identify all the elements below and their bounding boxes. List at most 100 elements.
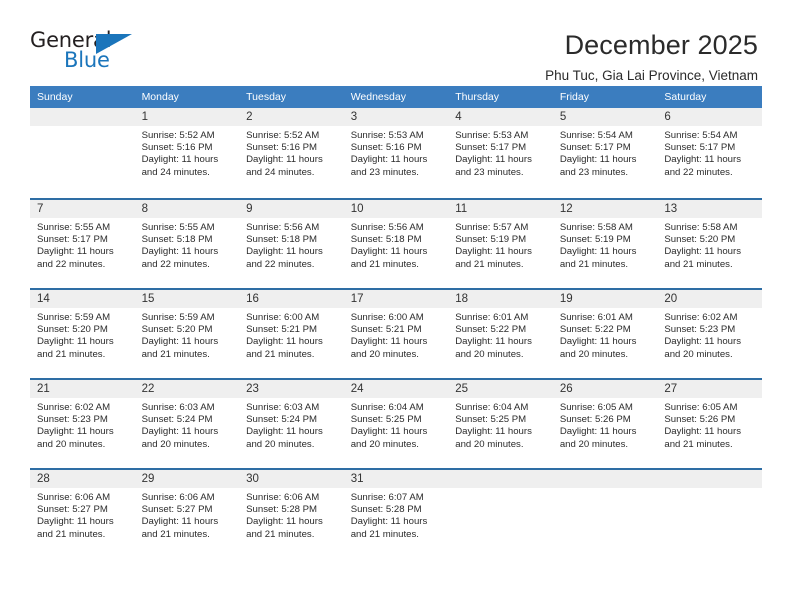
day-details: Sunrise: 5:55 AM Sunset: 5:18 PM Daylight:… [135,218,240,271]
calendar-day[interactable]: 8 Sunrise: 5:55 AM Sunset: 5:18 PM Daylight… [134,198,240,288]
day-details: Sunrise: 6:00 AM Sunset: 5:21 PM Daylight:… [344,308,449,361]
daylight-duration-line1: Daylight: 11 hours [350,154,428,166]
calendar-cell: 3 Sunrise: 5:53 AM Sunset: 5:16 PM Daylight… [343,108,449,198]
day-number: 23 [239,380,344,398]
calendar-cell: 12 Sunrise: 5:58 AM Sunset: 5:19 PM Dayligh… [552,198,658,288]
day-number: 11 [448,200,553,218]
calendar-day[interactable]: 17 Sunrise: 6:00 AM Sunset: 5:21 PM Dayligh… [343,288,449,378]
calendar-day[interactable]: 5 Sunrise: 5:54 AM Sunset: 5:17 PM Daylight… [552,108,658,198]
daylight-duration-line2: and 21 minutes. [141,348,210,360]
day-details: Sunrise: 5:54 AM Sunset: 5:17 PM Daylight:… [553,126,658,179]
sunrise-time: Sunrise: 6:02 AM [37,402,111,413]
generalblue-logo[interactable]: General Blue [30,28,142,76]
sunrise-time: Sunrise: 6:05 AM [559,402,633,413]
day-details: Sunrise: 5:59 AM Sunset: 5:20 PM Daylight:… [135,308,240,361]
daylight-duration-line2: and 20 minutes. [559,348,629,360]
calendar-day[interactable]: 1 Sunrise: 5:52 AM Sunset: 5:16 PM Daylight… [134,108,240,198]
calendar-day[interactable]: 29 Sunrise: 6:06 AM Sunset: 5:27 PM Dayligh… [134,468,240,558]
calendar-day[interactable]: 2 Sunrise: 5:52 AM Sunset: 5:16 PM Daylight… [239,108,344,198]
sunrise-time: Sunrise: 6:01 AM [559,312,633,323]
calendar-day[interactable]: 23 Sunrise: 6:03 AM Sunset: 5:24 PM Dayligh… [239,378,344,468]
sunrise-time: Sunrise: 6:03 AM [246,402,320,413]
sunrise-time: Sunrise: 5:55 AM [141,222,215,233]
calendar-day[interactable]: 20 Sunrise: 6:02 AM Sunset: 5:23 PM Dayligh… [657,288,762,378]
daylight-duration-line1: Daylight: 11 hours [141,246,219,258]
calendar-cell: 11 Sunrise: 5:57 AM Sunset: 5:19 PM Dayligh… [448,198,553,288]
day-number: 25 [448,380,553,398]
calendar-cell: 18 Sunrise: 6:01 AM Sunset: 5:22 PM Dayligh… [448,288,553,378]
weekday-header-saturday: Saturday [657,86,762,108]
calendar-day[interactable]: 30 Sunrise: 6:06 AM Sunset: 5:28 PM Dayligh… [239,468,344,558]
day-details: Sunrise: 5:57 AM Sunset: 5:19 PM Daylight:… [448,218,553,271]
calendar-day[interactable]: 28 Sunrise: 6:06 AM Sunset: 5:27 PM Dayligh… [30,468,135,558]
calendar-cell: 24 Sunrise: 6:04 AM Sunset: 5:25 PM Dayligh… [343,378,449,468]
daylight-duration-line1: Daylight: 11 hours [559,246,637,258]
sunset-time: Sunset: 5:22 PM [559,324,631,336]
calendar-day[interactable]: 14 Sunrise: 5:59 AM Sunset: 5:20 PM Dayligh… [30,288,135,378]
calendar-cell: 19 Sunrise: 6:01 AM Sunset: 5:22 PM Dayligh… [552,288,658,378]
sunrise-time: Sunrise: 6:04 AM [350,402,424,413]
calendar-day[interactable]: 21 Sunrise: 6:02 AM Sunset: 5:23 PM Dayligh… [30,378,135,468]
day-number: 5 [552,108,658,126]
calendar-page: General Blue December 2025 Phu Tuc, Gia … [0,0,792,612]
day-details: Sunrise: 6:05 AM Sunset: 5:26 PM Daylight:… [553,398,658,451]
calendar-day[interactable]: 13 Sunrise: 5:58 AM Sunset: 5:20 PM Dayligh… [657,198,762,288]
calendar-day[interactable]: 25 Sunrise: 6:04 AM Sunset: 5:25 PM Dayligh… [448,378,553,468]
calendar-day[interactable]: 4 Sunrise: 5:53 AM Sunset: 5:17 PM Daylight… [448,108,553,198]
daylight-duration-line1: Daylight: 11 hours [246,516,323,528]
sunrise-time: Sunrise: 5:52 AM [141,130,215,141]
calendar-day[interactable]: 3 Sunrise: 5:53 AM Sunset: 5:16 PM Daylight… [343,108,449,198]
calendar-week-row: 7 Sunrise: 5:55 AM Sunset: 5:17 PM Daylight… [30,198,762,288]
sunset-time: Sunset: 5:28 PM [350,504,422,516]
daylight-duration-line1: Daylight: 11 hours [455,246,532,258]
day-details: Sunrise: 6:01 AM Sunset: 5:22 PM Daylight:… [553,308,658,361]
calendar-cell: 6 Sunrise: 5:54 AM Sunset: 5:17 PM Daylight… [657,108,762,198]
calendar-day[interactable]: 6 Sunrise: 5:54 AM Sunset: 5:17 PM Daylight… [657,108,762,198]
calendar-day[interactable]: 27 Sunrise: 6:05 AM Sunset: 5:26 PM Dayligh… [657,378,762,468]
day-number: 9 [239,200,344,218]
calendar-day[interactable]: 31 Sunrise: 6:07 AM Sunset: 5:28 PM Dayligh… [343,468,449,558]
sunrise-time: Sunrise: 5:55 AM [37,222,111,233]
day-details: Sunrise: 6:01 AM Sunset: 5:22 PM Daylight:… [448,308,553,361]
day-number: 6 [657,108,762,126]
day-number [448,470,553,488]
daylight-duration-line2: and 23 minutes. [350,166,419,178]
sunset-time: Sunset: 5:24 PM [246,414,318,426]
sunrise-time: Sunrise: 6:06 AM [141,492,215,503]
daylight-duration-line1: Daylight: 11 hours [37,426,114,438]
calendar-cell: 15 Sunrise: 5:59 AM Sunset: 5:20 PM Dayligh… [134,288,240,378]
day-details: Sunrise: 6:07 AM Sunset: 5:28 PM Daylight:… [344,488,449,541]
calendar-cell: 21 Sunrise: 6:02 AM Sunset: 5:23 PM Dayligh… [30,378,135,468]
daylight-duration-line2: and 22 minutes. [246,258,315,270]
calendar-day[interactable]: 11 Sunrise: 5:57 AM Sunset: 5:19 PM Dayligh… [448,198,553,288]
day-number: 22 [134,380,240,398]
calendar-day[interactable]: 10 Sunrise: 5:56 AM Sunset: 5:18 PM Dayligh… [343,198,449,288]
calendar-day[interactable]: 9 Sunrise: 5:56 AM Sunset: 5:18 PM Daylight… [239,198,344,288]
day-details: Sunrise: 6:06 AM Sunset: 5:27 PM Daylight:… [135,488,240,541]
daylight-duration-line2: and 21 minutes. [246,528,315,540]
calendar-day[interactable]: 7 Sunrise: 5:55 AM Sunset: 5:17 PM Daylight… [30,198,135,288]
sunset-time: Sunset: 5:16 PM [246,142,318,154]
calendar-day[interactable]: 18 Sunrise: 6:01 AM Sunset: 5:22 PM Dayligh… [448,288,553,378]
day-details: Sunrise: 6:03 AM Sunset: 5:24 PM Daylight:… [135,398,240,451]
day-number: 8 [134,200,240,218]
sunset-time: Sunset: 5:17 PM [559,142,631,154]
day-details [657,488,762,492]
calendar-day[interactable]: 15 Sunrise: 5:59 AM Sunset: 5:20 PM Dayligh… [134,288,240,378]
logo-text-blue: Blue [64,48,110,72]
day-details: Sunrise: 6:04 AM Sunset: 5:25 PM Daylight:… [344,398,449,451]
calendar-day[interactable]: 26 Sunrise: 6:05 AM Sunset: 5:26 PM Dayligh… [552,378,658,468]
calendar-day[interactable]: 24 Sunrise: 6:04 AM Sunset: 5:25 PM Dayligh… [343,378,449,468]
sunset-time: Sunset: 5:17 PM [455,142,527,154]
day-number: 7 [30,200,135,218]
calendar-day[interactable]: 12 Sunrise: 5:58 AM Sunset: 5:19 PM Dayligh… [552,198,658,288]
calendar-day[interactable]: 19 Sunrise: 6:01 AM Sunset: 5:22 PM Dayligh… [552,288,658,378]
calendar-day[interactable]: 16 Sunrise: 6:00 AM Sunset: 5:21 PM Dayligh… [239,288,344,378]
daylight-duration-line1: Daylight: 11 hours [246,336,323,348]
daylight-duration-line2: and 20 minutes. [246,438,315,450]
calendar-day[interactable]: 22 Sunrise: 6:03 AM Sunset: 5:24 PM Dayligh… [134,378,240,468]
calendar-cell: 27 Sunrise: 6:05 AM Sunset: 5:26 PM Dayligh… [657,378,762,468]
daylight-duration-line1: Daylight: 11 hours [141,426,219,438]
day-number: 12 [552,200,658,218]
sunrise-time: Sunrise: 6:01 AM [455,312,529,323]
